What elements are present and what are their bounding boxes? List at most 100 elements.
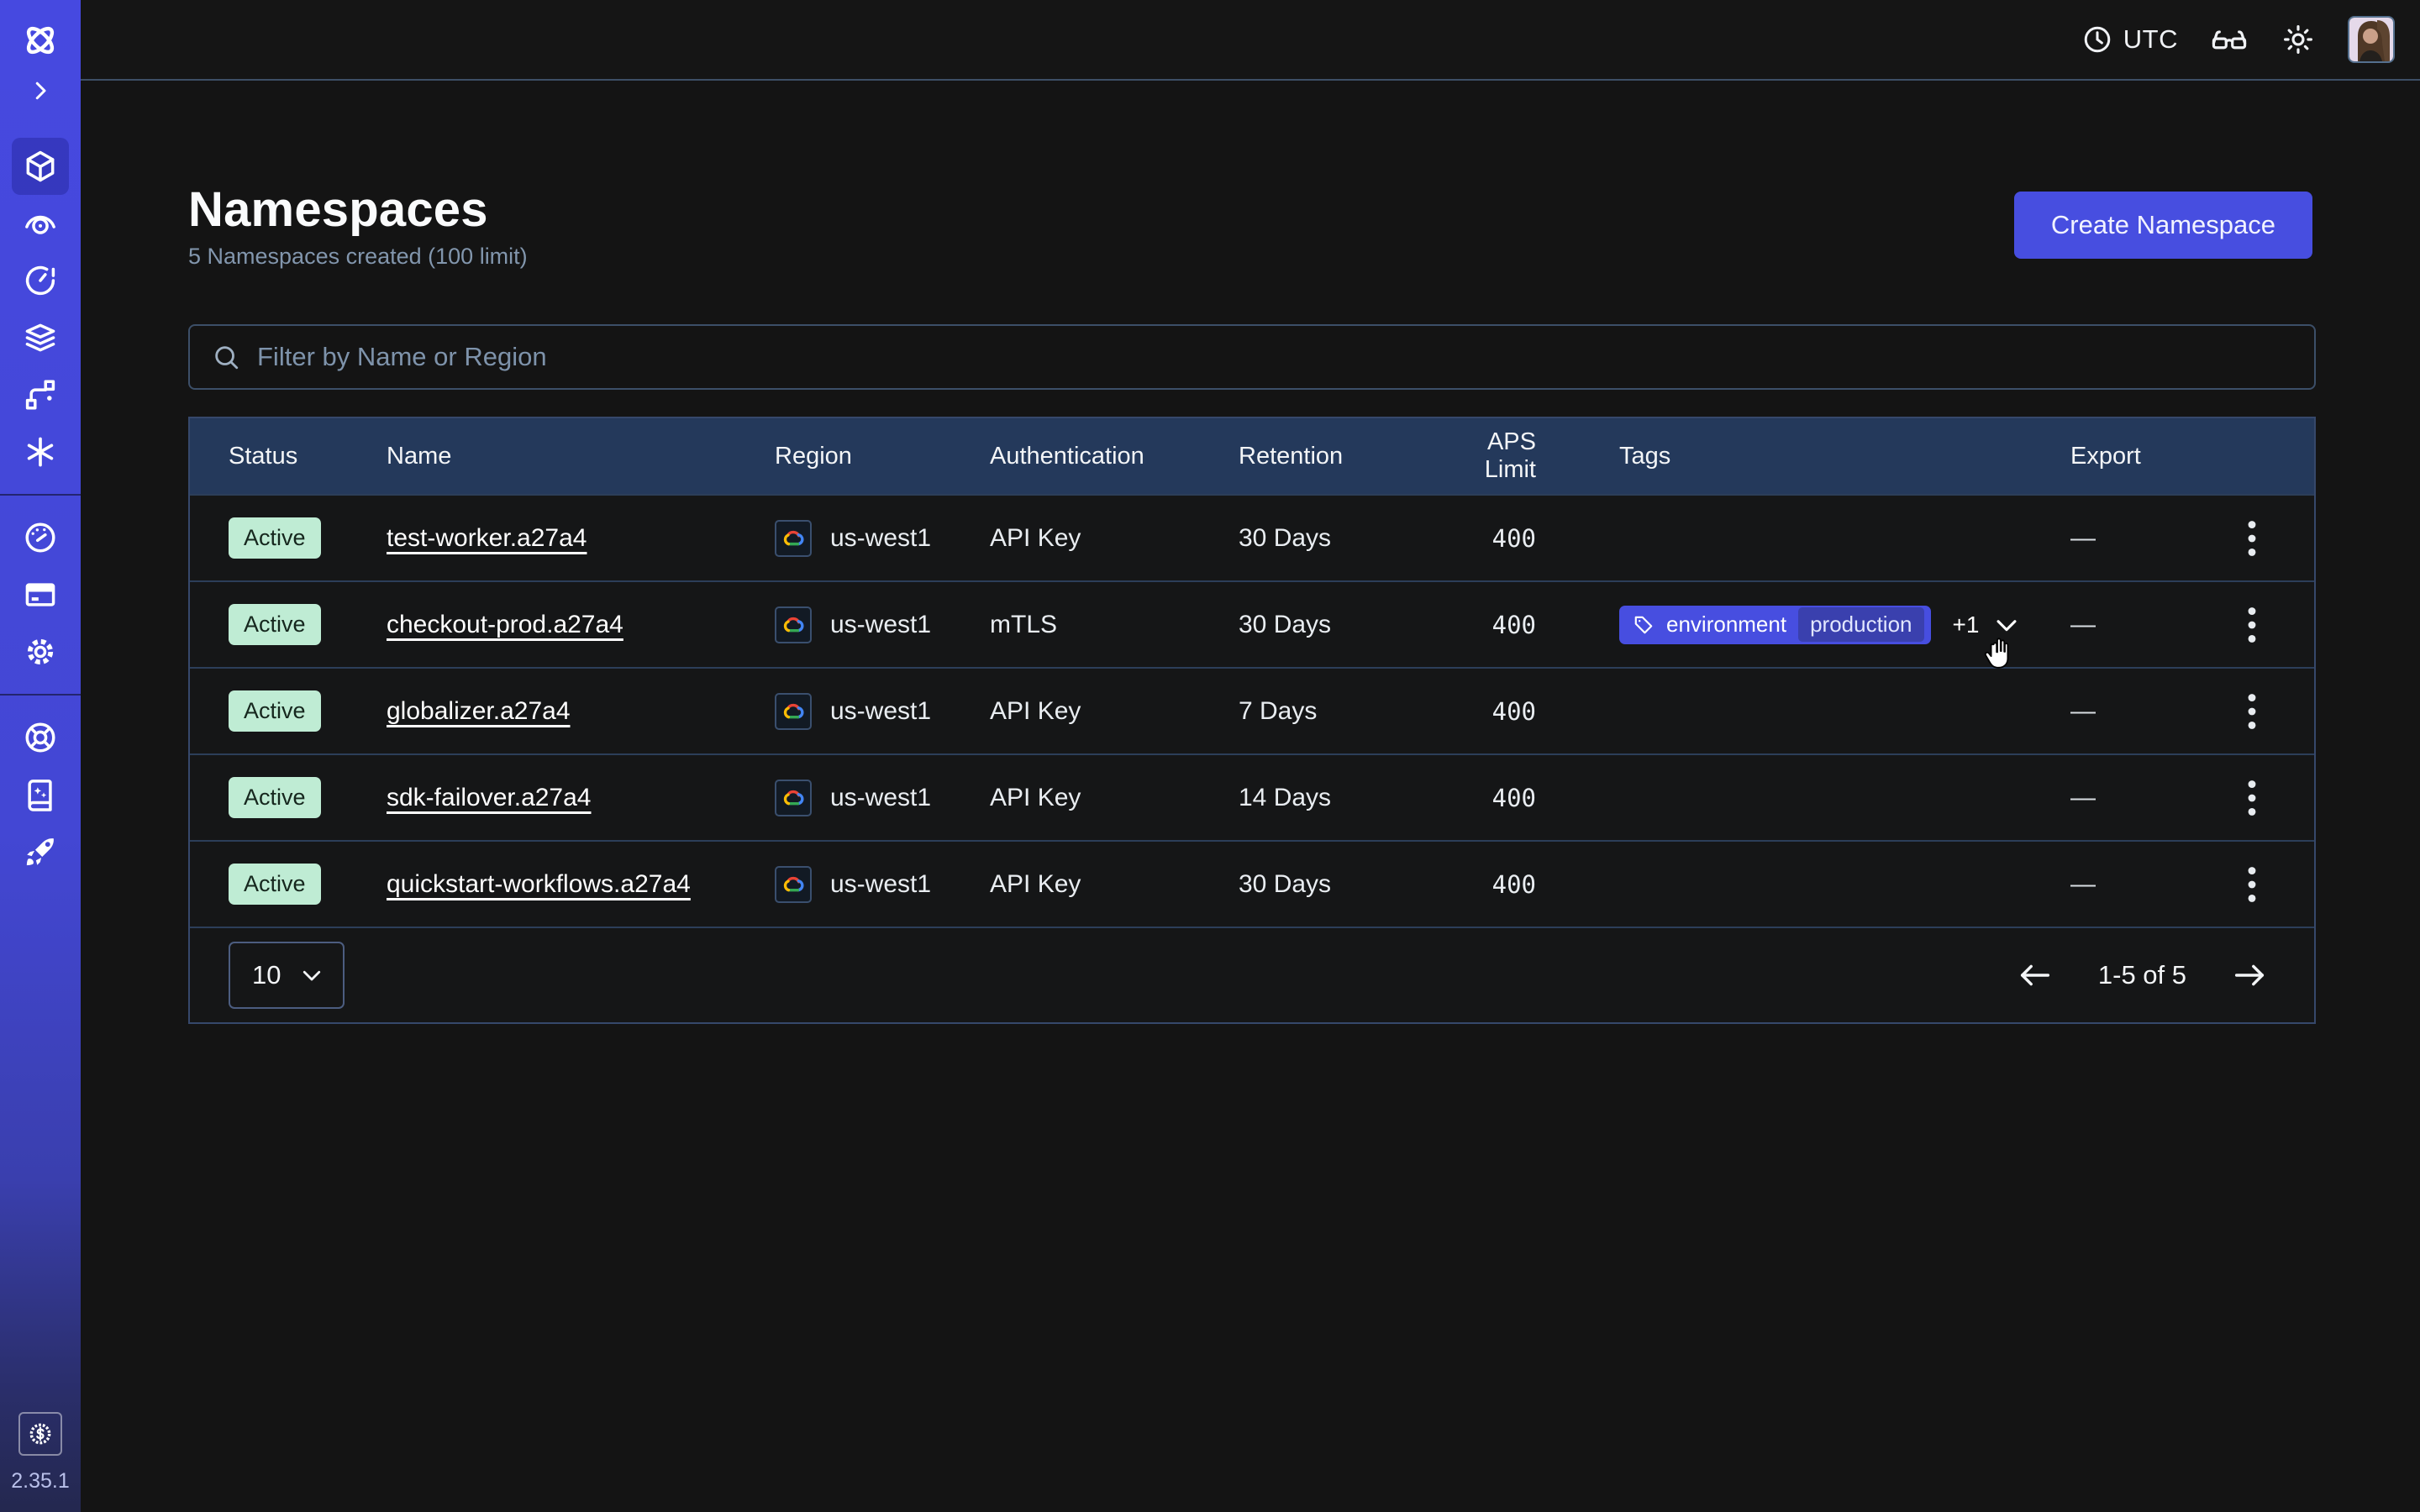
timezone-label: UTC — [2123, 24, 2178, 55]
labs-toggle-button[interactable] — [2210, 23, 2249, 56]
namespaces-table: Status Name Region Authentication Retent… — [188, 417, 2316, 1024]
table-header-row: Status Name Region Authentication Retent… — [190, 418, 2314, 494]
namespace-link[interactable]: checkout-prod.a27a4 — [387, 611, 623, 638]
eye-icon — [22, 205, 59, 242]
table-pagination: 10 1-5 of 5 — [190, 927, 2314, 1022]
sidebar-item-getting-started[interactable] — [12, 823, 69, 880]
retention-value: 30 Days — [1239, 524, 1429, 553]
rocket-icon — [22, 833, 59, 870]
page-subtitle: 5 Namespaces created (100 limit) — [188, 244, 528, 270]
tags-cell: environment production +1 — [1536, 606, 2070, 644]
search-icon — [212, 343, 240, 371]
auth-value: API Key — [990, 784, 1239, 812]
namespace-link[interactable]: globalizer.a27a4 — [387, 697, 571, 725]
sidebar-item-nexus[interactable] — [12, 423, 69, 480]
row-menu-button[interactable] — [2233, 863, 2270, 906]
namespace-link[interactable]: sdk-failover.a27a4 — [387, 784, 592, 811]
row-menu-button[interactable] — [2233, 517, 2270, 560]
arrow-right-icon — [2230, 956, 2269, 995]
auth-value: API Key — [990, 697, 1239, 726]
table-row: Active sdk-failover.a27a4 us-west1 API K… — [190, 753, 2314, 840]
sidebar-item-namespaces[interactable] — [12, 138, 69, 195]
page-size-select[interactable]: 10 — [229, 942, 345, 1009]
book-sparkles-icon — [22, 776, 59, 813]
tag-chip[interactable]: environment production — [1619, 606, 1931, 644]
namespace-link[interactable]: quickstart-workflows.a27a4 — [387, 870, 691, 898]
credit-card-icon — [22, 576, 59, 613]
export-value: — — [2070, 611, 2096, 639]
lifebuoy-icon — [22, 719, 59, 756]
aps-value: 400 — [1429, 784, 1536, 812]
status-badge: Active — [229, 864, 321, 905]
git-branch-icon — [22, 376, 59, 413]
retention-value: 7 Days — [1239, 697, 1429, 726]
gcp-cloud-icon — [775, 693, 812, 730]
brightness-icon — [2281, 22, 2316, 57]
next-page-button[interactable] — [2230, 956, 2269, 995]
export-value: — — [2070, 784, 2096, 812]
sidebar-divider — [0, 694, 81, 696]
kebab-icon — [2248, 606, 2256, 644]
region-label: us-west1 — [830, 870, 931, 899]
create-namespace-button[interactable]: Create Namespace — [2014, 192, 2312, 259]
arrow-left-icon — [2016, 956, 2054, 995]
sidebar-item-monitor[interactable] — [12, 195, 69, 252]
gcp-cloud-icon — [775, 606, 812, 643]
col-auth: Authentication — [990, 443, 1239, 470]
sidebar-item-usage[interactable] — [12, 509, 69, 566]
sidebar-item-layers[interactable] — [12, 309, 69, 366]
gcp-cloud-icon — [775, 520, 812, 557]
sidebar-item-support[interactable] — [12, 709, 69, 766]
kebab-icon — [2248, 692, 2256, 731]
col-region: Region — [775, 443, 990, 470]
avatar-image — [2349, 18, 2393, 61]
kebab-icon — [2248, 519, 2256, 558]
sidebar-item-settings[interactable] — [12, 623, 69, 680]
sidebar-item-workflow[interactable] — [12, 366, 69, 423]
row-menu-button[interactable] — [2233, 690, 2270, 733]
retention-value: 30 Days — [1239, 611, 1429, 639]
sidebar-expand-button[interactable] — [12, 69, 69, 113]
temporal-logo[interactable] — [12, 12, 69, 69]
gcp-cloud-icon — [775, 866, 812, 903]
tag-value: production — [1798, 607, 1923, 642]
col-tags: Tags — [1536, 443, 2070, 470]
chevron-down-icon — [1992, 611, 2021, 639]
page-size-value: 10 — [252, 960, 281, 990]
aps-value: 400 — [1429, 870, 1536, 899]
badge-dollar-icon — [27, 1420, 54, 1447]
status-badge: Active — [229, 517, 321, 559]
sidebar-item-docs[interactable] — [12, 766, 69, 823]
export-value: — — [2070, 697, 2096, 726]
export-value: — — [2070, 870, 2096, 899]
namespace-link[interactable]: test-worker.a27a4 — [387, 524, 587, 552]
page-title: Namespaces — [188, 181, 488, 238]
topbar: UTC — [81, 0, 2420, 81]
region-label: us-west1 — [830, 524, 931, 553]
row-menu-button[interactable] — [2233, 603, 2270, 647]
filter-input[interactable] — [257, 342, 2292, 372]
export-value: — — [2070, 524, 2096, 553]
sidebar-item-timer[interactable] — [12, 252, 69, 309]
auth-value: API Key — [990, 524, 1239, 553]
col-name: Name — [387, 443, 775, 470]
timezone-selector[interactable]: UTC — [2081, 24, 2178, 55]
layers-icon — [22, 319, 59, 356]
sidebar-item-billing[interactable] — [12, 566, 69, 623]
prev-page-button[interactable] — [2016, 956, 2054, 995]
col-aps-limit: APS Limit — [1429, 428, 1536, 484]
avatar[interactable] — [2348, 16, 2395, 63]
plan-badge-button[interactable] — [18, 1412, 62, 1456]
more-tags-count: +1 — [1953, 612, 1980, 638]
more-tags-toggle[interactable]: +1 — [1953, 611, 2022, 639]
kebab-icon — [2248, 779, 2256, 817]
filter-bar[interactable] — [188, 324, 2316, 390]
retention-value: 30 Days — [1239, 870, 1429, 899]
status-badge: Active — [229, 777, 321, 818]
kebab-icon — [2248, 865, 2256, 904]
row-menu-button[interactable] — [2233, 776, 2270, 820]
theme-toggle-button[interactable] — [2281, 22, 2316, 57]
status-badge: Active — [229, 604, 321, 645]
sidebar-divider — [0, 494, 81, 496]
glasses-icon — [2210, 23, 2249, 56]
